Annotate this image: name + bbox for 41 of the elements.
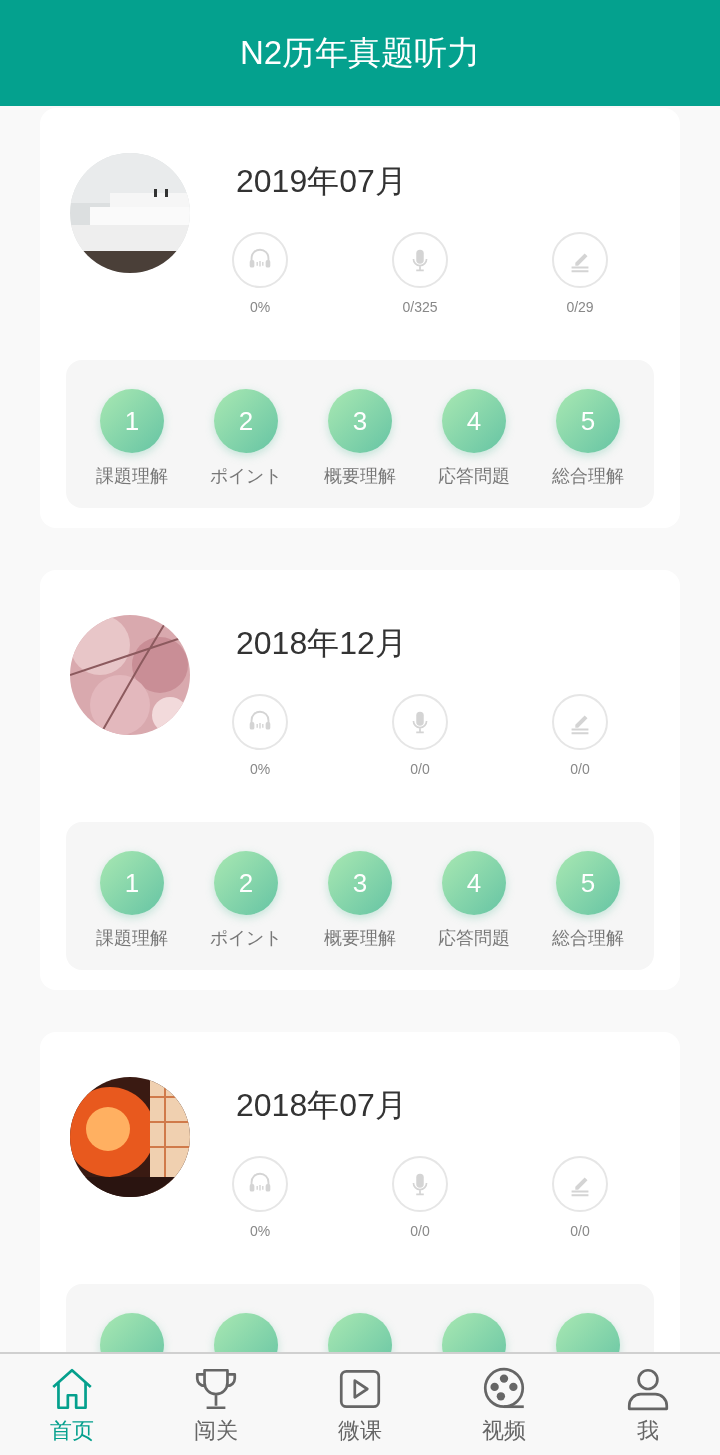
progress-count: 0% <box>249 760 271 778</box>
section-number-button[interactable]: 3 <box>328 389 392 453</box>
section-number-button[interactable]: 1 <box>100 389 164 453</box>
progress-count: 0% <box>249 1222 271 1240</box>
section-number-button[interactable]: 1 <box>100 851 164 915</box>
tab[interactable]: 我 <box>576 1354 720 1455</box>
section-label: 応答問題 <box>438 927 510 949</box>
section-number-button[interactable]: 2 <box>214 389 278 453</box>
section-number-button[interactable]: 2 <box>214 851 278 915</box>
progress-count: 0/0 <box>410 760 430 778</box>
progress-count: 0/0 <box>570 1222 590 1240</box>
section-label: 総合理解 <box>552 927 624 949</box>
exam-title: 2018年07月 <box>236 1086 407 1125</box>
section-label: 応答問題 <box>438 465 510 487</box>
section-number-button[interactable]: 4 <box>442 851 506 915</box>
section-label: ポイント <box>210 927 282 949</box>
progress-count: 0% <box>249 298 271 316</box>
tab[interactable]: 视频 <box>432 1354 576 1455</box>
progress-count: 0/325 <box>402 298 438 316</box>
section-number-button[interactable]: 5 <box>556 851 620 915</box>
section-number-button[interactable]: 3 <box>328 851 392 915</box>
section-label: 総合理解 <box>552 465 624 487</box>
page-title: N2历年真题听力 <box>239 32 481 73</box>
section-number-button[interactable]: 4 <box>442 389 506 453</box>
tab[interactable]: 闯关 <box>144 1354 288 1455</box>
section-label: ポイント <box>210 465 282 487</box>
section-number-button[interactable]: 5 <box>556 389 620 453</box>
exam-title: 2019年07月 <box>236 162 407 201</box>
exam-card[interactable]: 2019年07月 0% 0/325 0/29 1 課題理解 2 ポイント 3 概要理解 4 応答問題 5 総合理解 <box>40 108 680 528</box>
progress-count: 0/0 <box>570 760 590 778</box>
exam-card[interactable]: 2018年07月 0% 0/0 0/0 <box>40 1032 680 1352</box>
tab[interactable]: 微课 <box>288 1354 432 1455</box>
progress-count: 0/0 <box>410 1222 430 1240</box>
progress-count: 0/29 <box>566 298 594 316</box>
section-label: 概要理解 <box>324 927 396 949</box>
section-label: 課題理解 <box>96 465 168 487</box>
tab[interactable]: 首页 <box>0 1354 144 1455</box>
section-label: 概要理解 <box>324 465 396 487</box>
exam-card[interactable]: 2018年12月 0% 0/0 0/0 1 課題理解 2 ポイント 3 概要理解 4 応答問題 5 総合理解 <box>40 570 680 990</box>
section-label: 課題理解 <box>96 927 168 949</box>
exam-title: 2018年12月 <box>236 624 407 663</box>
